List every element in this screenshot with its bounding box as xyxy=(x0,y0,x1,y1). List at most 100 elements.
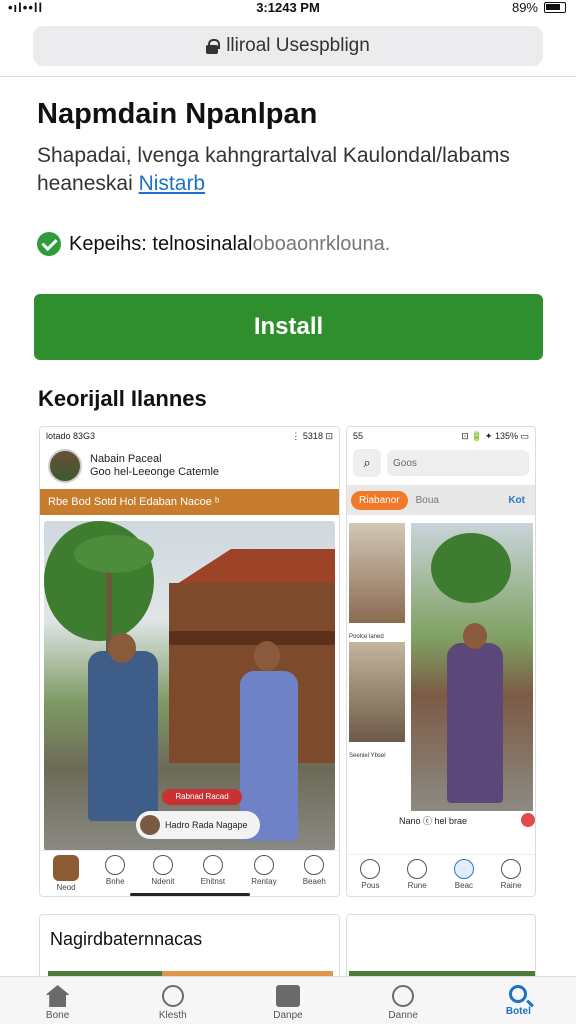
mini-nav-label: Pous xyxy=(361,881,380,890)
mini-nav-5: Rentay xyxy=(251,855,277,886)
mini-nav-4: Ehitnst xyxy=(201,855,225,886)
battery-icon xyxy=(544,2,566,13)
mini-nav-3: Beac xyxy=(453,859,474,890)
mini-nav-4: Raine xyxy=(501,859,522,890)
post-meta-text: Nano ⓒ hel brae xyxy=(399,815,468,826)
battery-percent: 89% xyxy=(511,0,538,15)
nav-apps-label: Danpe xyxy=(273,1010,303,1021)
apps-icon xyxy=(275,985,300,1007)
tab-2: Boua xyxy=(415,494,439,506)
filter-tabs: Riabanor Boua Kot xyxy=(347,485,535,515)
refresh-icon xyxy=(202,855,223,875)
mini-nav-label: Ndenit xyxy=(151,877,175,886)
games-icon xyxy=(392,985,415,1007)
mini-status-left: lotado 83G3 xyxy=(46,431,96,441)
post-meta: Nano ⓒ hel brae xyxy=(399,813,535,827)
mini-nav-label: Neod xyxy=(56,883,76,892)
globe-icon xyxy=(304,855,325,875)
card-title: Nagirdbaternnacas xyxy=(50,929,203,949)
card-next-left[interactable]: Nagirdbaternnacas xyxy=(39,914,340,984)
tab-active: Riabanor xyxy=(351,490,408,510)
circle-icon xyxy=(105,855,126,875)
caption-chip[interactable]: Hadro Rada Nagape xyxy=(136,811,260,839)
feed-photo: Rabnad Racad Hadro Rada Nagape xyxy=(44,521,335,851)
mini-nav-label: Beaeh xyxy=(302,877,326,886)
person-right xyxy=(447,643,503,803)
caption-avatar xyxy=(140,815,160,835)
address-bar[interactable]: lliroal Usespblign xyxy=(33,26,543,66)
search-row: ⌕ Goos xyxy=(347,445,535,481)
status-bar: •ıl••ll 3:1243 PM 89% xyxy=(0,0,576,16)
search-field-text: Goos xyxy=(393,457,417,469)
home-icon xyxy=(45,985,70,1007)
location-icon xyxy=(360,859,381,879)
verified-row: Kepeihs: telnosinalal oboaonrklouna. xyxy=(37,232,390,256)
mini-nav-label: Bnhe xyxy=(105,877,125,886)
status-time: 3:1243 PM xyxy=(256,0,320,15)
search-icon: ⌕ xyxy=(353,449,381,477)
nav-games[interactable]: Danne xyxy=(363,985,443,1024)
install-button[interactable]: Install xyxy=(34,294,543,360)
mini-nav-label: Rentay xyxy=(251,877,277,886)
card-next-right[interactable] xyxy=(346,914,536,984)
mini-nav-label: Ehitnst xyxy=(200,877,226,886)
mini-nav-1: Pous xyxy=(360,859,381,890)
mini-status-left: 55 xyxy=(353,431,364,441)
mini-nav-1: Neod xyxy=(53,855,80,892)
tab-3: Kot xyxy=(508,494,525,506)
house-balcony xyxy=(169,631,335,645)
screenshot-2[interactable]: 55 ⊡ 🔋 ✦ 135% ▭ ⌕ Goos Riabanor Boua Kot… xyxy=(346,426,536,897)
person-left-head xyxy=(108,633,136,663)
nav-explore-label: Klesth xyxy=(158,1010,187,1021)
mini-nav-label: Rune xyxy=(407,881,427,890)
person-icon xyxy=(501,859,522,879)
palm-leaves xyxy=(74,535,154,573)
thumbnail xyxy=(349,642,405,742)
mini-nav-2: Bnhe xyxy=(105,855,126,886)
mini-bottom-nav: Neod Bnhe Ndenit Ehitnst Rentay Beaeh xyxy=(40,850,339,896)
caption-text: Hadro Rada Nagape xyxy=(165,820,248,830)
mini-nav-label: Raine xyxy=(500,881,522,890)
photo-tag[interactable]: Rabnad Racad xyxy=(162,789,242,805)
thumbnail-column: Poolce laned Seeniel Ybsel xyxy=(349,523,405,761)
mini-nav-label: Beac xyxy=(454,881,474,890)
hexagon-icon xyxy=(53,855,80,881)
mini-nav-2: Rune xyxy=(407,859,428,890)
url-text: lliroal Usespblign xyxy=(226,35,370,56)
lock-icon xyxy=(206,39,221,54)
screenshot-1[interactable]: lotado 83G3 ⋮ 5318 ⊡ Nabain Paceal Goo h… xyxy=(39,426,340,897)
verified-note: oboaonrklouna. xyxy=(252,232,391,255)
nav-home-label: Bone xyxy=(45,1010,70,1021)
thumbnail-caption: Poolce laned xyxy=(349,634,384,640)
house-roof xyxy=(177,549,335,584)
screenshots-title: Keorijall Ilannes xyxy=(38,386,207,411)
description-link[interactable]: Nistarb xyxy=(139,172,206,195)
compass-icon xyxy=(161,985,184,1007)
bottom-nav: Bone Klesth Danpe Danne Botel xyxy=(0,976,576,1024)
person-right-head xyxy=(463,623,487,649)
chevron-icon xyxy=(152,855,173,875)
face-icon xyxy=(453,859,474,879)
thumbnail xyxy=(349,523,405,623)
profile-header: Nabain Paceal Goo hel-Leeonge Catemle xyxy=(40,445,339,487)
person-center-head xyxy=(254,641,280,671)
mini-nav-6: Beaeh xyxy=(303,855,326,886)
mini-status-bar: 55 ⊡ 🔋 ✦ 135% ▭ xyxy=(347,427,535,445)
nav-explore[interactable]: Klesth xyxy=(133,985,213,1024)
nav-search-label: Botel xyxy=(505,1006,531,1017)
tree-foliage xyxy=(431,533,511,603)
search-icon xyxy=(407,859,428,879)
nav-search[interactable]: Botel xyxy=(478,985,558,1024)
search-icon xyxy=(509,985,528,1003)
heart-icon xyxy=(521,813,535,827)
home-indicator xyxy=(130,893,250,896)
mini-bottom-nav: Pous Rune Beac Raine xyxy=(347,854,535,896)
search-field: Goos xyxy=(387,450,529,476)
nav-apps[interactable]: Danpe xyxy=(248,985,328,1024)
check-circle-icon xyxy=(37,232,61,256)
mini-nav-3: Ndenit xyxy=(151,855,174,886)
nav-home[interactable]: Bone xyxy=(18,985,98,1024)
thumbnail-caption: Seeniel Ybsel xyxy=(349,753,386,759)
app-description-text: Shapadai, lvenga kahngrartalval Kaulonda… xyxy=(37,144,510,195)
verified-label: Kepeihs: telnosinalal xyxy=(69,232,253,255)
